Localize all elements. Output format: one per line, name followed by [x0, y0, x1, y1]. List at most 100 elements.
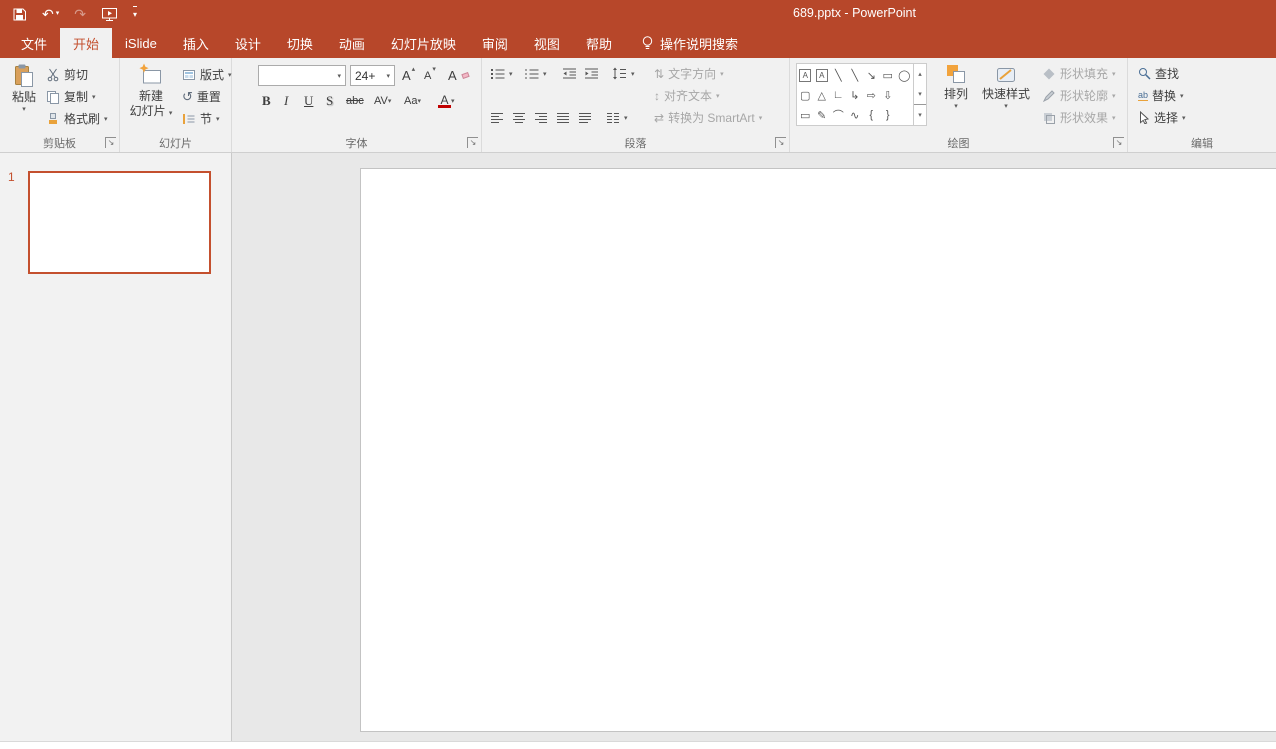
cut-button[interactable]: 剪切	[46, 64, 88, 85]
shape-right-arrow-icon[interactable]: ⇨	[867, 89, 876, 102]
font-size-combo[interactable]: 24+ ▾	[350, 65, 395, 86]
slide-canvas[interactable]	[360, 168, 1276, 732]
numbering-dropdown-icon[interactable]: ▾	[543, 70, 547, 78]
shape-curve-icon[interactable]: ∿	[850, 109, 859, 122]
shape-elbow-arrow-connector-icon[interactable]: ↳	[850, 89, 859, 102]
undo-button[interactable]: ↶ ▾	[42, 7, 59, 21]
tab-view[interactable]: 视图	[521, 28, 573, 58]
new-slide-button[interactable]: 新建 幻灯片 ▾	[128, 62, 174, 121]
line-spacing-button[interactable]: ▾	[612, 63, 635, 84]
shape-triangle-icon[interactable]: △	[818, 89, 826, 102]
shape-down-arrow-icon[interactable]: ⇩	[883, 89, 892, 102]
replace-button[interactable]: ab 替换 ▾	[1138, 85, 1184, 106]
tab-review[interactable]: 审阅	[469, 28, 521, 58]
clear-formatting-button[interactable]: A	[448, 65, 469, 86]
quick-styles-dropdown-icon[interactable]: ▾	[1004, 102, 1008, 110]
change-case-button[interactable]: Aa ▾	[404, 90, 421, 111]
tab-design[interactable]: 设计	[222, 28, 274, 58]
columns-dropdown-icon[interactable]: ▾	[624, 114, 628, 122]
shapes-gallery-more-icon[interactable]: ▾	[914, 104, 926, 125]
shape-effects-button[interactable]: 形状效果 ▾	[1042, 107, 1116, 128]
convert-smartart-button[interactable]: ⇄ 转换为 SmartArt ▾	[654, 107, 762, 128]
font-name-dropdown-icon[interactable]: ▾	[337, 72, 341, 80]
tab-help[interactable]: 帮助	[573, 28, 625, 58]
text-shadow-button[interactable]: S	[326, 90, 333, 111]
shape-vertical-text-box-icon[interactable]: A	[816, 69, 828, 82]
reset-button[interactable]: ↺ 重置	[182, 86, 221, 107]
redo-button[interactable]: ↷	[74, 7, 86, 21]
find-button[interactable]: 查找	[1138, 63, 1179, 84]
decrease-indent-button[interactable]	[562, 63, 577, 84]
customize-qat-button[interactable]: ▾	[133, 6, 137, 22]
bullets-dropdown-icon[interactable]: ▾	[509, 70, 513, 78]
layout-dropdown-icon[interactable]: ▾	[228, 71, 232, 79]
shape-elbow-connector-icon[interactable]: ∟	[833, 89, 844, 101]
align-text-button[interactable]: ↕ 对齐文本 ▾	[654, 85, 720, 106]
align-center-button[interactable]	[512, 107, 526, 128]
shape-outline-button[interactable]: 形状轮廓 ▾	[1042, 85, 1116, 106]
shapes-gallery-scroll-down-icon[interactable]: ▾	[914, 84, 926, 104]
shape-freeform-icon[interactable]: ✎	[817, 109, 826, 122]
justify-button[interactable]	[556, 107, 570, 128]
underline-button[interactable]: U	[304, 90, 313, 111]
shape-snip-rectangle-icon[interactable]: ▭	[800, 109, 810, 122]
align-left-button[interactable]	[490, 107, 504, 128]
shapes-gallery-scroll-up-icon[interactable]: ▴	[914, 64, 926, 84]
tab-animations[interactable]: 动画	[326, 28, 378, 58]
shape-oval-icon[interactable]: ◯	[898, 69, 910, 82]
paste-button[interactable]: 粘贴 ▾	[4, 62, 44, 113]
tab-insert[interactable]: 插入	[170, 28, 222, 58]
strikethrough-button[interactable]: abc	[346, 90, 364, 111]
tab-transitions[interactable]: 切换	[274, 28, 326, 58]
arrange-dropdown-icon[interactable]: ▾	[954, 102, 958, 110]
section-button[interactable]: 节 ▾	[182, 108, 220, 129]
font-size-dropdown-icon[interactable]: ▾	[386, 72, 390, 80]
character-spacing-dropdown-icon[interactable]: ▾	[388, 97, 392, 105]
shape-fill-button[interactable]: 形状填充 ▾	[1042, 63, 1116, 84]
bold-button[interactable]: B	[262, 90, 271, 111]
copy-dropdown-icon[interactable]: ▾	[92, 93, 96, 101]
format-painter-button[interactable]: 格式刷 ▾	[46, 108, 108, 129]
font-name-combo[interactable]: ▾	[258, 65, 346, 86]
columns-button[interactable]: ▾	[606, 107, 628, 128]
grow-font-button[interactable]: A▴	[402, 65, 415, 86]
italic-button[interactable]: I	[284, 90, 288, 111]
numbering-button[interactable]: ▾	[524, 63, 547, 84]
change-case-dropdown-icon[interactable]: ▾	[417, 97, 421, 105]
shape-line-icon[interactable]: ╲	[835, 69, 842, 82]
shape-rounded-rectangle-icon[interactable]: ▢	[800, 89, 810, 102]
select-dropdown-icon[interactable]: ▾	[1182, 114, 1186, 122]
tab-slideshow[interactable]: 幻灯片放映	[378, 28, 469, 58]
start-slideshow-button[interactable]	[101, 7, 118, 22]
tab-islide[interactable]: iSlide	[112, 28, 170, 58]
tab-file[interactable]: 文件	[8, 28, 60, 58]
shape-rectangle-icon[interactable]: ▭	[883, 69, 893, 82]
character-spacing-button[interactable]: AV ▾	[374, 90, 391, 111]
tell-me-search[interactable]: 操作说明搜索	[631, 28, 748, 58]
line-spacing-dropdown-icon[interactable]: ▾	[631, 70, 635, 78]
shape-arc-icon[interactable]: ⌒	[833, 107, 844, 123]
tab-home[interactable]: 开始	[60, 28, 112, 58]
shape-line-arrow-icon[interactable]: ↘	[867, 69, 876, 82]
undo-dropdown-icon[interactable]: ▾	[56, 7, 60, 21]
layout-button[interactable]: 版式 ▾	[182, 64, 232, 85]
slide-thumbnail-1[interactable]	[28, 171, 211, 274]
new-slide-dropdown-icon[interactable]: ▾	[169, 110, 173, 117]
format-painter-dropdown-icon[interactable]: ▾	[104, 115, 108, 123]
arrange-button[interactable]: 排列 ▾	[936, 62, 976, 110]
text-direction-button[interactable]: ⇅ 文字方向 ▾	[654, 63, 724, 84]
quick-styles-button[interactable]: 快速样式 ▾	[978, 62, 1034, 110]
shrink-font-button[interactable]: A▾	[424, 65, 436, 86]
replace-dropdown-icon[interactable]: ▾	[1180, 92, 1184, 100]
align-right-button[interactable]	[534, 107, 548, 128]
increase-indent-button[interactable]	[584, 63, 599, 84]
paste-dropdown-icon[interactable]: ▾	[22, 105, 26, 113]
section-dropdown-icon[interactable]: ▾	[216, 115, 220, 123]
select-button[interactable]: 选择 ▾	[1138, 107, 1186, 128]
distribute-text-button[interactable]	[578, 107, 592, 128]
save-button[interactable]	[12, 7, 27, 22]
font-color-button[interactable]: A ▾	[438, 90, 455, 111]
shape-line-2-icon[interactable]: ╲	[851, 69, 858, 82]
copy-button[interactable]: 复制 ▾	[46, 86, 96, 107]
shape-text-box-icon[interactable]: A	[799, 69, 811, 82]
